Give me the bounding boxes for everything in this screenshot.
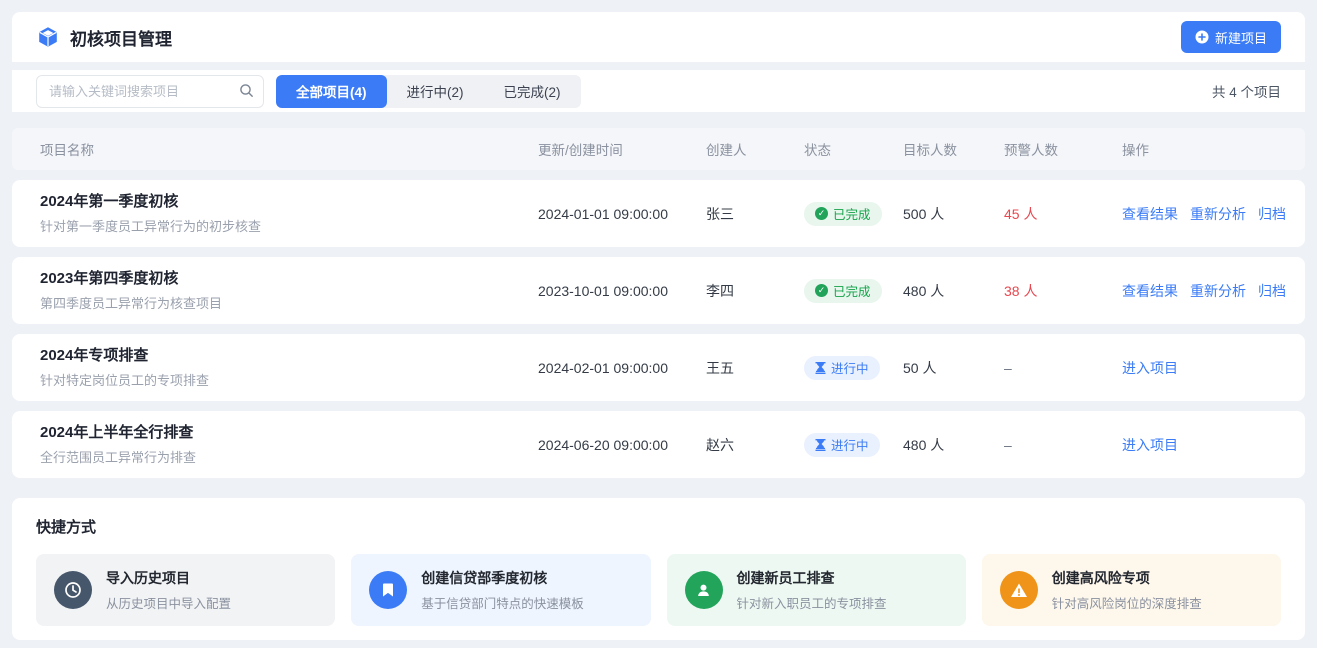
- hourglass-icon: [815, 439, 826, 451]
- search-input[interactable]: [36, 75, 264, 108]
- clock-icon: [54, 571, 92, 609]
- check-circle-icon: ✓: [815, 284, 828, 297]
- target-count: 500 人: [903, 204, 1004, 224]
- archive-link[interactable]: 归档: [1258, 204, 1286, 224]
- enter-project-link[interactable]: 进入项目: [1122, 435, 1178, 455]
- bookmark-icon: [369, 571, 407, 609]
- cube-logo-icon: [36, 25, 60, 49]
- quick-item-desc: 针对新入职员工的专项排查: [737, 593, 887, 612]
- quick-actions-section: 快捷方式 导入历史项目 从历史项目中导入配置: [12, 498, 1305, 640]
- enter-project-link[interactable]: 进入项目: [1122, 358, 1178, 378]
- quick-item-title: 创建信贷部季度初核: [421, 568, 584, 588]
- col-status: 状态: [804, 139, 903, 159]
- quick-create-credit-review[interactable]: 创建信贷部季度初核 基于信贷部门特点的快速模板: [351, 554, 650, 626]
- quick-item-desc: 针对高风险岗位的深度排查: [1052, 593, 1202, 612]
- target-count: 480 人: [903, 435, 1004, 455]
- col-warning-count: 预警人数: [1004, 139, 1122, 159]
- col-target-count: 目标人数: [903, 139, 1004, 159]
- page-title: 初核项目管理: [70, 25, 172, 50]
- search-icon: [239, 83, 254, 103]
- reanalyze-link[interactable]: 重新分析: [1190, 281, 1246, 301]
- quick-create-new-employee-check[interactable]: 创建新员工排查 针对新入职员工的专项排查: [667, 554, 966, 626]
- quick-actions-title: 快捷方式: [36, 516, 1281, 537]
- status-badge: 进行中: [804, 356, 880, 380]
- warning-triangle-icon: [1000, 571, 1038, 609]
- archive-link[interactable]: 归档: [1258, 281, 1286, 301]
- table-row: 2024年上半年全行排查 全行范围员工异常行为排查 2024-06-20 09:…: [12, 411, 1305, 478]
- new-project-button[interactable]: 新建项目: [1181, 21, 1281, 53]
- project-name: 2024年上半年全行排查: [40, 423, 538, 443]
- tab-completed[interactable]: 已完成(2): [484, 75, 581, 108]
- quick-item-desc: 从历史项目中导入配置: [106, 593, 231, 612]
- tab-group: 全部项目(4) 进行中(2) 已完成(2): [276, 75, 581, 108]
- quick-create-high-risk-special[interactable]: 创建高风险专项 针对高风险岗位的深度排查: [982, 554, 1281, 626]
- creator: 李四: [706, 281, 804, 301]
- tab-in-progress[interactable]: 进行中(2): [387, 75, 484, 108]
- table-row: 2024年专项排查 针对特定岗位员工的专项排查 2024-02-01 09:00…: [12, 334, 1305, 401]
- plus-circle-icon: [1195, 30, 1209, 44]
- search-box: [36, 75, 264, 108]
- status-badge: ✓ 已完成: [804, 202, 882, 226]
- status-badge: ✓ 已完成: [804, 279, 882, 303]
- col-creator: 创建人: [706, 139, 804, 159]
- quick-import-history[interactable]: 导入历史项目 从历史项目中导入配置: [36, 554, 335, 626]
- update-time: 2024-06-20 09:00:00: [538, 437, 706, 453]
- target-count: 480 人: [903, 281, 1004, 301]
- quick-item-title: 导入历史项目: [106, 568, 231, 588]
- col-project-name: 项目名称: [40, 139, 538, 159]
- project-description: 针对特定岗位员工的专项排查: [40, 370, 538, 389]
- col-update-time: 更新/创建时间: [538, 139, 706, 159]
- total-count: 共 4 个项目: [1212, 81, 1281, 101]
- check-circle-icon: ✓: [815, 207, 828, 220]
- toolbar: 全部项目(4) 进行中(2) 已完成(2) 共 4 个项目: [12, 70, 1305, 112]
- creator: 赵六: [706, 435, 804, 455]
- status-badge: 进行中: [804, 433, 880, 457]
- quick-item-desc: 基于信贷部门特点的快速模板: [421, 593, 584, 612]
- table-row: 2024年第一季度初核 针对第一季度员工异常行为的初步核查 2024-01-01…: [12, 180, 1305, 247]
- hourglass-icon: [815, 362, 826, 374]
- project-description: 全行范围员工异常行为排查: [40, 447, 538, 466]
- warning-count: 38 人: [1004, 281, 1122, 301]
- creator: 张三: [706, 204, 804, 224]
- project-name: 2024年专项排查: [40, 346, 538, 366]
- quick-item-title: 创建高风险专项: [1052, 568, 1202, 588]
- target-count: 50 人: [903, 358, 1004, 378]
- quick-item-title: 创建新员工排查: [737, 568, 887, 588]
- project-description: 第四季度员工异常行为核查项目: [40, 293, 538, 312]
- creator: 王五: [706, 358, 804, 378]
- project-name: 2024年第一季度初核: [40, 192, 538, 212]
- view-results-link[interactable]: 查看结果: [1122, 281, 1178, 301]
- header-bar: 初核项目管理 新建项目: [12, 12, 1305, 62]
- col-actions: 操作: [1122, 139, 1305, 159]
- update-time: 2023-10-01 09:00:00: [538, 283, 706, 299]
- warning-count: 45 人: [1004, 204, 1122, 224]
- warning-count: –: [1004, 360, 1122, 376]
- update-time: 2024-01-01 09:00:00: [538, 206, 706, 222]
- person-icon: [685, 571, 723, 609]
- page: 初核项目管理 新建项目 全部项目(4) 进行中(2): [0, 0, 1317, 648]
- tab-all-projects[interactable]: 全部项目(4): [276, 75, 387, 108]
- warning-count: –: [1004, 437, 1122, 453]
- project-description: 针对第一季度员工异常行为的初步核查: [40, 216, 538, 235]
- reanalyze-link[interactable]: 重新分析: [1190, 204, 1246, 224]
- view-results-link[interactable]: 查看结果: [1122, 204, 1178, 224]
- table-row: 2023年第四季度初核 第四季度员工异常行为核查项目 2023-10-01 09…: [12, 257, 1305, 324]
- project-name: 2023年第四季度初核: [40, 269, 538, 289]
- update-time: 2024-02-01 09:00:00: [538, 360, 706, 376]
- table-header: 项目名称 更新/创建时间 创建人 状态 目标人数 预警人数 操作: [12, 128, 1305, 170]
